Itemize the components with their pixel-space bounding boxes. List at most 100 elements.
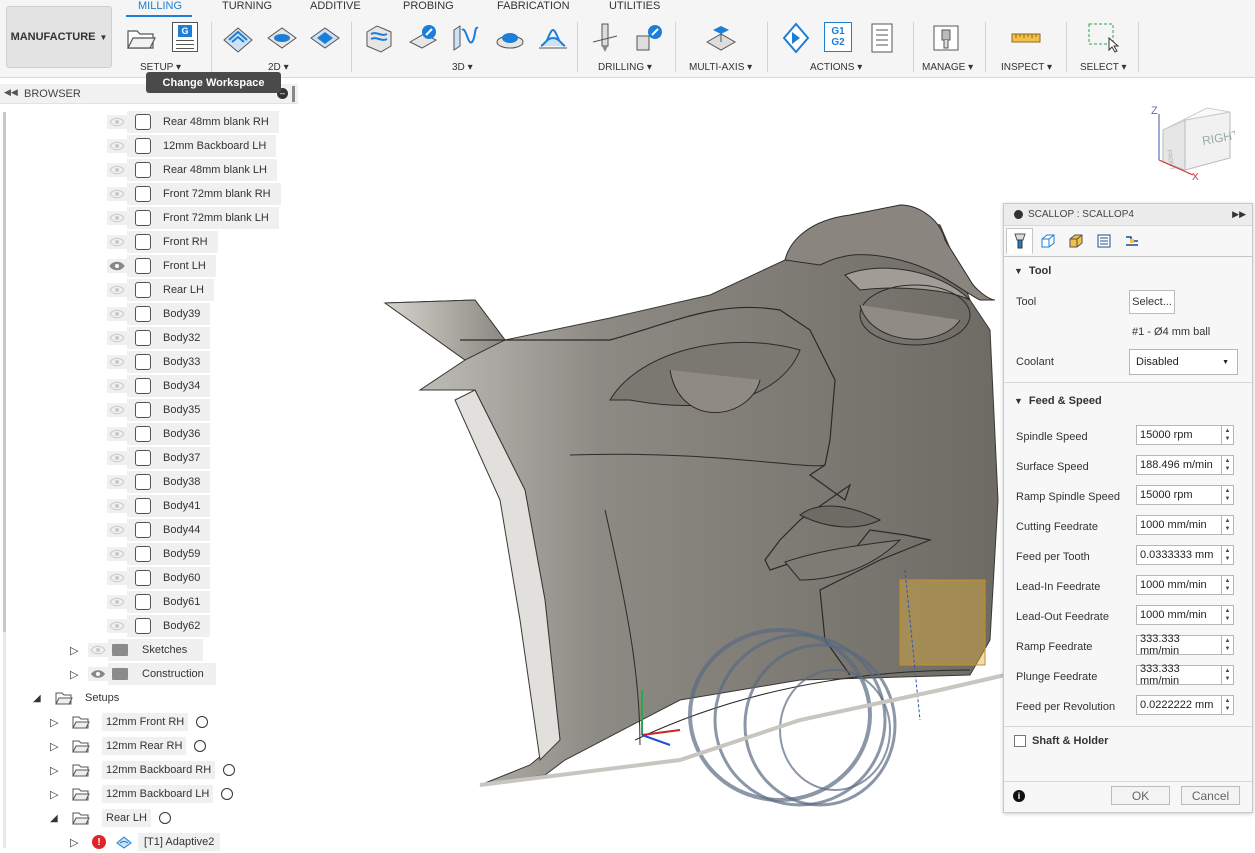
visibility-hidden-icon[interactable] [88,643,108,657]
tool-section-header[interactable]: ▼ Tool [1014,265,1051,277]
spinner-icon[interactable]: ▲ ▼ [1222,455,1234,475]
select-tool-button[interactable]: Select... [1129,290,1175,314]
spinner-icon[interactable]: ▲ ▼ [1222,665,1234,685]
tab-milling[interactable]: MILLING [138,0,182,12]
visibility-hidden-icon[interactable] [107,235,127,249]
spinner-icon[interactable]: ▲ ▼ [1222,485,1234,505]
body-row[interactable]: Body37 [107,447,211,469]
setup-row[interactable]: ▷ 12mm Backboard RH [50,759,236,781]
field-input[interactable]: 1000 mm/min [1136,515,1222,535]
body-row[interactable]: Body62 [107,615,211,637]
group-manage[interactable]: MANAGE ▾ [922,62,973,73]
tool-library-icon[interactable] [930,22,962,54]
drill-icon[interactable] [589,22,621,54]
simulate-icon[interactable] [780,22,812,54]
parallel-icon[interactable] [450,22,482,54]
spinner-icon[interactable]: ▲ ▼ [1222,695,1234,715]
group-drilling[interactable]: DRILLING ▾ [598,62,652,73]
body-row[interactable]: Body32 [107,327,211,349]
expand-triangle-icon[interactable]: ▷ [50,764,64,777]
field-input[interactable]: 0.0222222 mm [1136,695,1222,715]
body-row[interactable]: Front 72mm blank RH [107,183,281,205]
visibility-hidden-icon[interactable] [107,115,127,129]
spinner-icon[interactable]: ▲ ▼ [1222,605,1234,625]
tab-geometry[interactable] [1034,228,1061,254]
scallop-icon[interactable] [537,22,569,54]
field-input[interactable]: 333.333 mm/min [1136,663,1222,687]
visibility-hidden-icon[interactable] [107,451,127,465]
group-3d[interactable]: 3D ▾ [452,62,473,73]
new-setup-folder-icon[interactable] [125,22,157,54]
expand-triangle-icon[interactable]: ▷ [70,644,82,657]
feed-speed-section-header[interactable]: ▼ Feed & Speed [1014,395,1102,407]
body-row[interactable]: Body39 [107,303,211,325]
group-actions[interactable]: ACTIONS ▾ [810,62,862,73]
visibility-hidden-icon[interactable] [107,595,127,609]
3d-adaptive-icon[interactable] [363,22,395,54]
dialog-title-bar[interactable]: SCALLOP : SCALLOP4 ▶▶ [1004,204,1252,226]
field-input[interactable]: 15000 rpm [1136,485,1222,505]
face-icon[interactable] [309,22,341,54]
body-row[interactable]: Front LH [107,255,216,277]
setup-row[interactable]: ◢ Rear LH [50,807,171,829]
tab-probing[interactable]: PROBING [403,0,454,12]
tab-turning[interactable]: TURNING [222,0,272,12]
visibility-hidden-icon[interactable] [107,571,127,585]
group-multi-axis[interactable]: MULTI-AXIS ▾ [689,62,752,73]
shaft-holder-section-header[interactable]: Shaft & Holder [1014,735,1108,747]
shaft-holder-checkbox[interactable] [1014,735,1026,747]
visibility-hidden-icon[interactable] [107,211,127,225]
visibility-visible-icon[interactable] [88,667,108,681]
body-row[interactable]: Body38 [107,471,211,493]
body-row[interactable]: 12mm Backboard LH [107,135,277,157]
body-row[interactable]: Rear 48mm blank LH [107,159,277,181]
setup-row[interactable]: ▷ 12mm Front RH [50,711,209,733]
collapse-triangle-icon[interactable]: ◢ [33,693,47,704]
tab-heights[interactable] [1062,228,1089,254]
field-input[interactable]: 15000 rpm [1136,425,1222,445]
expand-triangle-icon[interactable]: ▷ [70,836,82,849]
coolant-select[interactable]: Disabled ▼ [1129,349,1238,375]
contour-icon[interactable] [494,22,526,54]
3d-model-viewport[interactable] [380,200,1010,820]
window-select-icon[interactable] [1087,22,1119,54]
group-inspect[interactable]: INSPECT ▾ [1001,62,1052,73]
field-input[interactable]: 1000 mm/min [1136,605,1222,625]
body-row[interactable]: Body35 [107,399,211,421]
multi-axis-icon[interactable] [705,22,737,54]
collapse-triangle-icon[interactable]: ◢ [50,813,64,824]
spinner-icon[interactable]: ▲ ▼ [1222,515,1234,535]
tab-tool[interactable] [1006,228,1033,254]
visibility-visible-icon[interactable] [107,259,127,273]
field-input[interactable]: 1000 mm/min [1136,575,1222,595]
field-input[interactable]: 0.0333333 mm [1136,545,1222,565]
visibility-hidden-icon[interactable] [107,547,127,561]
body-row[interactable]: Front 72mm blank LH [107,207,279,229]
visibility-hidden-icon[interactable] [107,379,127,393]
visibility-hidden-icon[interactable] [107,427,127,441]
spinner-icon[interactable]: ▲ ▼ [1222,575,1234,595]
field-input[interactable]: 333.333 mm/min [1136,633,1222,657]
tab-fabrication[interactable]: FABRICATION [497,0,570,12]
setup-row[interactable]: ▷ 12mm Rear RH [50,735,207,757]
hole-recognition-icon[interactable] [633,22,665,54]
expand-triangle-icon[interactable]: ▷ [50,740,64,753]
viewcube[interactable]: RIGHT FRONT Z X [1145,100,1235,185]
collapse-browser-icon[interactable]: ◀◀ [4,87,18,98]
visibility-hidden-icon[interactable] [107,523,127,537]
body-row[interactable]: Body34 [107,375,211,397]
spinner-icon[interactable]: ▲ ▼ [1222,425,1234,445]
tab-utilities[interactable]: UTILITIES [609,0,660,12]
workspace-switcher[interactable]: MANUFACTURE ▼ [6,6,112,68]
visibility-hidden-icon[interactable] [107,307,127,321]
body-row[interactable]: Rear 48mm blank RH [107,111,279,133]
browser-pin-icon[interactable] [292,86,295,102]
2d-pocket-icon[interactable] [266,22,298,54]
expand-dialog-icon[interactable]: ▶▶ [1232,209,1246,220]
visibility-hidden-icon[interactable] [107,403,127,417]
cancel-button[interactable]: Cancel [1181,786,1240,805]
field-input[interactable]: 188.496 m/min [1136,455,1222,475]
visibility-hidden-icon[interactable] [107,163,127,177]
expand-triangle-icon[interactable]: ▷ [70,668,82,681]
body-row[interactable]: Body41 [107,495,211,517]
